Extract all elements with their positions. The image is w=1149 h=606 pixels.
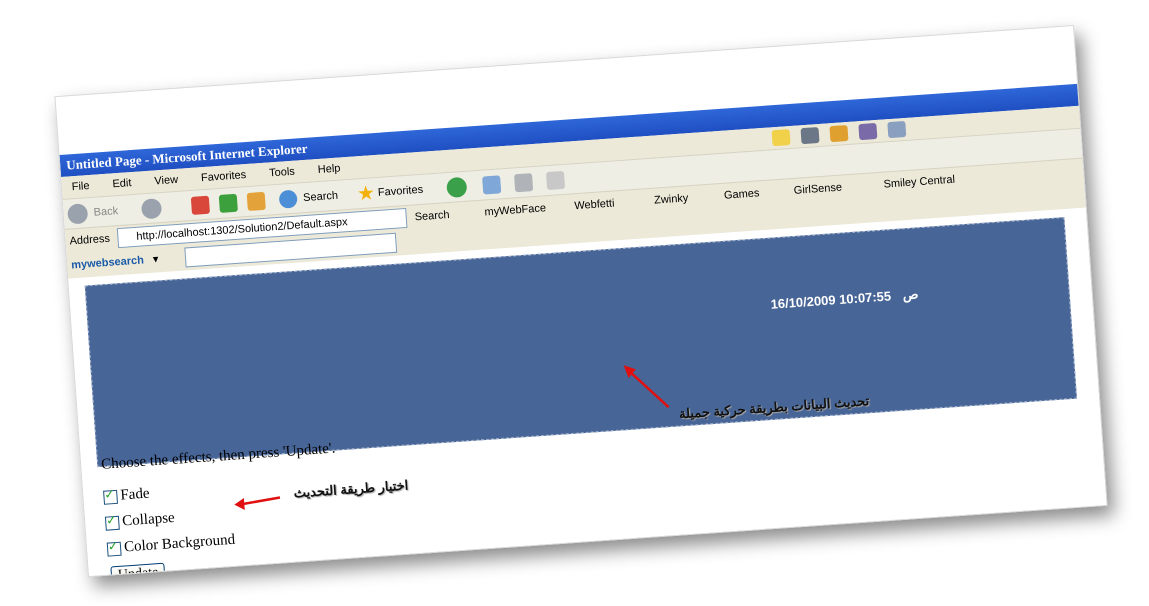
pen-icon[interactable]	[829, 124, 849, 143]
chevron-down-icon[interactable]: ▾	[152, 253, 158, 265]
menu-tools[interactable]: Tools	[269, 166, 295, 180]
back-arrow-icon	[67, 203, 89, 225]
forward-arrow-icon	[140, 198, 163, 220]
k-icon[interactable]	[800, 127, 820, 145]
home-icon[interactable]	[246, 191, 266, 212]
annotation-choose: اختيار طريقة التحديث	[293, 477, 409, 501]
search-icon	[278, 189, 298, 209]
history-icon[interactable]	[446, 176, 468, 199]
panel-arrow-icon	[623, 365, 670, 409]
menu-view[interactable]: View	[154, 174, 178, 188]
menu-file[interactable]: File	[71, 180, 90, 193]
checkbox-color-background[interactable]	[106, 541, 122, 557]
checkbox-collapse[interactable]	[104, 515, 120, 531]
checkbox-fade[interactable]	[103, 489, 118, 505]
menu-favorites[interactable]: Favorites	[201, 169, 247, 184]
mail-icon[interactable]	[482, 175, 502, 195]
address-label: Address	[69, 232, 111, 248]
menu-edit[interactable]: Edit	[112, 177, 132, 190]
media-icon[interactable]	[858, 122, 878, 141]
search-button[interactable]: Search	[278, 185, 338, 211]
checkbox-collapse-row[interactable]: Collapse	[104, 510, 176, 532]
forward-button[interactable]	[140, 197, 165, 221]
stop-icon[interactable]	[190, 195, 211, 215]
menu-help[interactable]: Help	[317, 162, 340, 176]
checkbox-fade-row[interactable]: Fade	[103, 486, 150, 506]
star-icon: ★	[356, 182, 376, 206]
research-icon[interactable]	[887, 120, 907, 139]
notes-icon[interactable]	[771, 129, 791, 147]
update-button[interactable]: Update	[110, 562, 167, 578]
clock-ampm: ص	[902, 286, 919, 303]
checkbox-color-background-row[interactable]: Color Background	[106, 532, 236, 558]
back-button[interactable]: Back	[67, 200, 119, 225]
checkbox-arrow-icon	[234, 496, 281, 510]
refresh-icon[interactable]	[218, 193, 238, 213]
clock-time: 16/10/2009 10:07:55	[770, 288, 892, 312]
screenshot-frame: Untitled Page - Microsoft Internet Explo…	[54, 24, 1108, 578]
edit-icon[interactable]	[545, 170, 566, 191]
favorites-button[interactable]: ★ Favorites	[356, 179, 424, 206]
print-icon[interactable]	[514, 173, 534, 193]
clock-display: 16/10/2009 10:07:55 ص	[770, 286, 919, 312]
mywebsearch-brand: mywebsearch	[70, 254, 145, 272]
